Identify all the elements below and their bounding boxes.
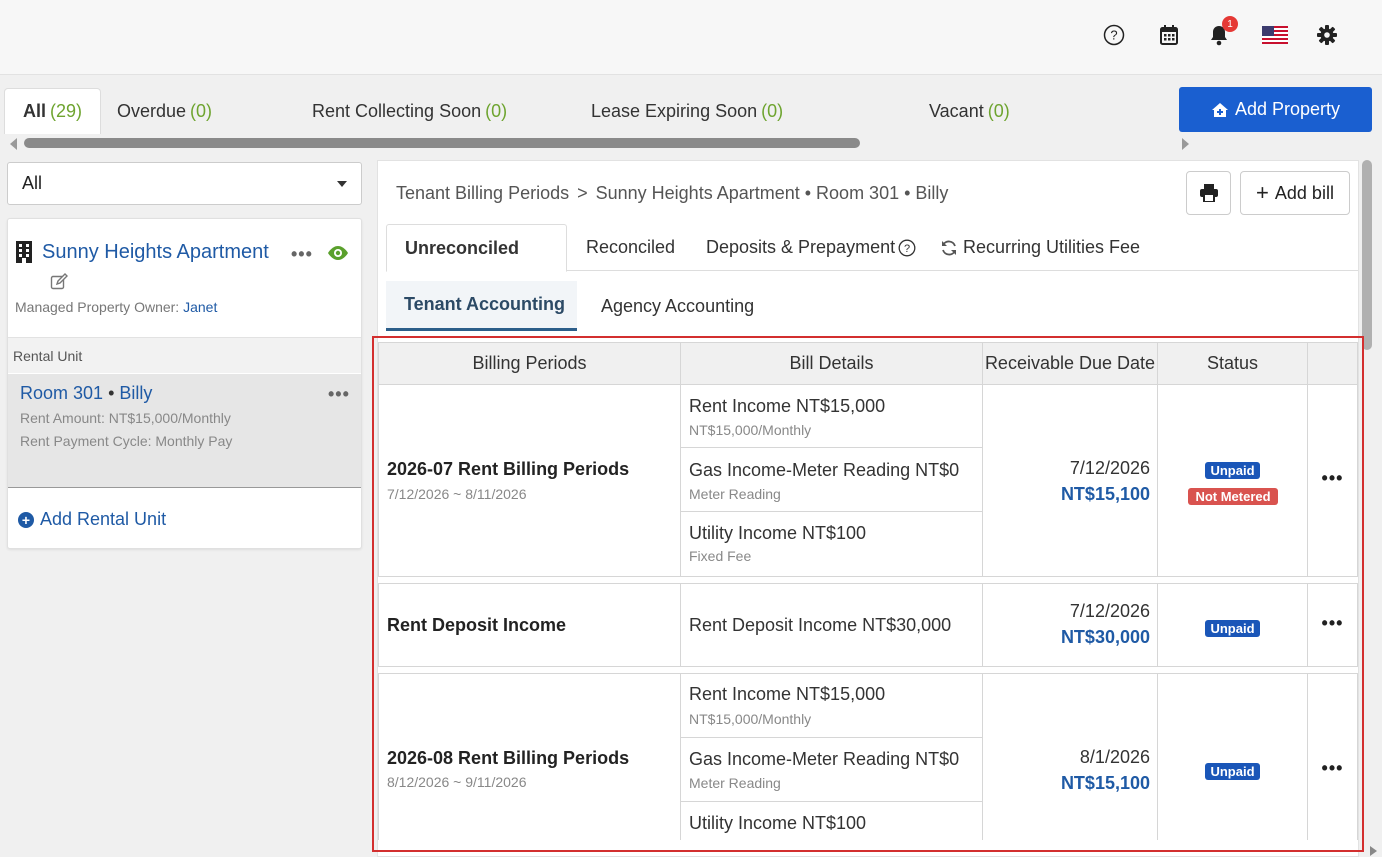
- rental-unit-header: Rental Unit: [8, 337, 361, 373]
- svg-text:?: ?: [1110, 28, 1117, 43]
- refresh-icon: [942, 240, 956, 255]
- tab-recurring-utilities-fee[interactable]: Recurring Utilities Fee: [940, 224, 1140, 271]
- svg-text:?: ?: [904, 243, 910, 255]
- filter-tab-vacant[interactable]: Vacant (0): [929, 88, 1010, 134]
- subtab-tenant-accounting[interactable]: Tenant Accounting: [386, 281, 577, 331]
- unit-room-link[interactable]: Room 301: [20, 383, 103, 403]
- filter-tab-label: All: [23, 101, 47, 121]
- subtab-label: Tenant Accounting: [404, 294, 565, 314]
- scroll-right-arrow-icon[interactable]: [1182, 138, 1189, 150]
- highlight-box: [372, 336, 1364, 852]
- tab-label: Recurring Utilities Fee: [963, 237, 1141, 257]
- owner-label: Managed Property Owner:: [15, 299, 180, 315]
- tab-reconciled[interactable]: Reconciled: [586, 224, 675, 271]
- tab-label: Unreconciled: [405, 237, 520, 258]
- owner-name-link[interactable]: Janet: [183, 299, 217, 315]
- house-plus-icon: [1211, 102, 1228, 117]
- us-flag-icon[interactable]: [1261, 22, 1289, 48]
- add-property-label: Add Property: [1234, 99, 1341, 119]
- property-owner: Managed Property Owner: Janet: [15, 299, 217, 315]
- tab-deposits-prepayment[interactable]: Deposits & Prepayment ?: [706, 224, 916, 271]
- calendar-icon[interactable]: [1156, 22, 1182, 48]
- gear-icon[interactable]: [1314, 22, 1340, 48]
- filter-tab-overdue[interactable]: Overdue (0): [117, 88, 212, 134]
- scroll-left-arrow-icon[interactable]: [10, 138, 17, 150]
- rental-unit-item[interactable]: Room 301 • Billy ••• Rent Amount: NT$15,…: [8, 374, 361, 488]
- panel-scrollbar-thumb[interactable]: [1362, 160, 1372, 350]
- plus-icon: +: [1256, 180, 1269, 205]
- filter-tab-label: Rent Collecting Soon: [312, 100, 482, 121]
- add-rental-unit-label: Add Rental Unit: [40, 509, 167, 529]
- filter-tab-count: (0): [761, 100, 784, 121]
- edit-icon[interactable]: [50, 273, 68, 291]
- printer-icon: [1199, 184, 1218, 202]
- filter-tab-count: (0): [987, 100, 1010, 121]
- eye-icon[interactable]: [326, 245, 350, 261]
- property-more-icon[interactable]: •••: [291, 244, 313, 265]
- add-rental-unit-button[interactable]: + Add Rental Unit: [18, 509, 166, 530]
- tab-unreconciled[interactable]: Unreconciled: [386, 224, 567, 272]
- breadcrumb: Tenant Billing Periods > Sunny Heights Apa…: [396, 183, 948, 204]
- subtab-label: Agency Accounting: [601, 295, 755, 316]
- breadcrumb-root[interactable]: Tenant Billing Periods: [396, 183, 569, 203]
- property-card: Sunny Heights Apartment ••• Managed Prop…: [7, 218, 362, 549]
- scroll-right-arrow-icon[interactable]: [1370, 846, 1377, 856]
- filter-tabs-scrollbar[interactable]: [6, 136, 1191, 152]
- filter-tab-rent-collecting-soon[interactable]: Rent Collecting Soon (0): [312, 88, 507, 134]
- print-button[interactable]: [1186, 171, 1231, 215]
- property-filter-select[interactable]: All: [7, 162, 362, 205]
- property-name-link[interactable]: Sunny Heights Apartment: [42, 241, 269, 264]
- tab-label: Deposits & Prepayment: [706, 237, 896, 257]
- tab-label: Reconciled: [586, 237, 676, 257]
- plus-circle-icon: +: [18, 511, 34, 528]
- help-icon[interactable]: ?: [898, 239, 916, 257]
- filter-tab-label: Lease Expiring Soon: [591, 100, 758, 121]
- help-icon[interactable]: ?: [1101, 22, 1127, 48]
- bell-icon[interactable]: 1: [1206, 16, 1238, 48]
- rent-amount: Rent Amount: NT$15,000/Monthly: [20, 410, 231, 426]
- filter-tab-count: (29): [50, 101, 83, 121]
- top-bar: ? 1: [0, 0, 1382, 75]
- unit-tenant-link[interactable]: Billy: [119, 383, 152, 403]
- filter-tab-count: (0): [190, 100, 213, 121]
- rental-unit-title[interactable]: Room 301 • Billy: [20, 383, 152, 404]
- filter-tab-lease-expiring-soon[interactable]: Lease Expiring Soon (0): [591, 88, 783, 134]
- filter-tab-count: (0): [485, 100, 508, 121]
- unit-separator: •: [108, 383, 115, 403]
- filter-tab-label: Vacant: [929, 100, 984, 121]
- caret-down-icon: [337, 181, 347, 187]
- rent-payment-cycle: Rent Payment Cycle: Monthly Pay: [20, 433, 233, 449]
- subtab-agency-accounting[interactable]: Agency Accounting: [601, 281, 754, 331]
- billing-tabs: Unreconciled Reconciled Deposits & Prepa…: [386, 224, 1358, 272]
- building-icon: [16, 241, 32, 263]
- filter-tab-all[interactable]: All (29): [4, 88, 102, 134]
- add-property-button[interactable]: Add Property: [1179, 87, 1372, 132]
- add-bill-button[interactable]: + Add bill: [1240, 171, 1350, 215]
- scrollbar-thumb[interactable]: [24, 138, 860, 148]
- breadcrumb-current: Sunny Heights Apartment • Room 301 • Bil…: [595, 183, 949, 203]
- property-filter-value: All: [22, 173, 43, 193]
- breadcrumb-separator: >: [577, 183, 588, 203]
- filter-tab-label: Overdue: [117, 100, 187, 121]
- notification-badge: 1: [1222, 16, 1238, 32]
- add-bill-label: Add bill: [1274, 182, 1334, 203]
- unit-more-icon[interactable]: •••: [328, 384, 350, 405]
